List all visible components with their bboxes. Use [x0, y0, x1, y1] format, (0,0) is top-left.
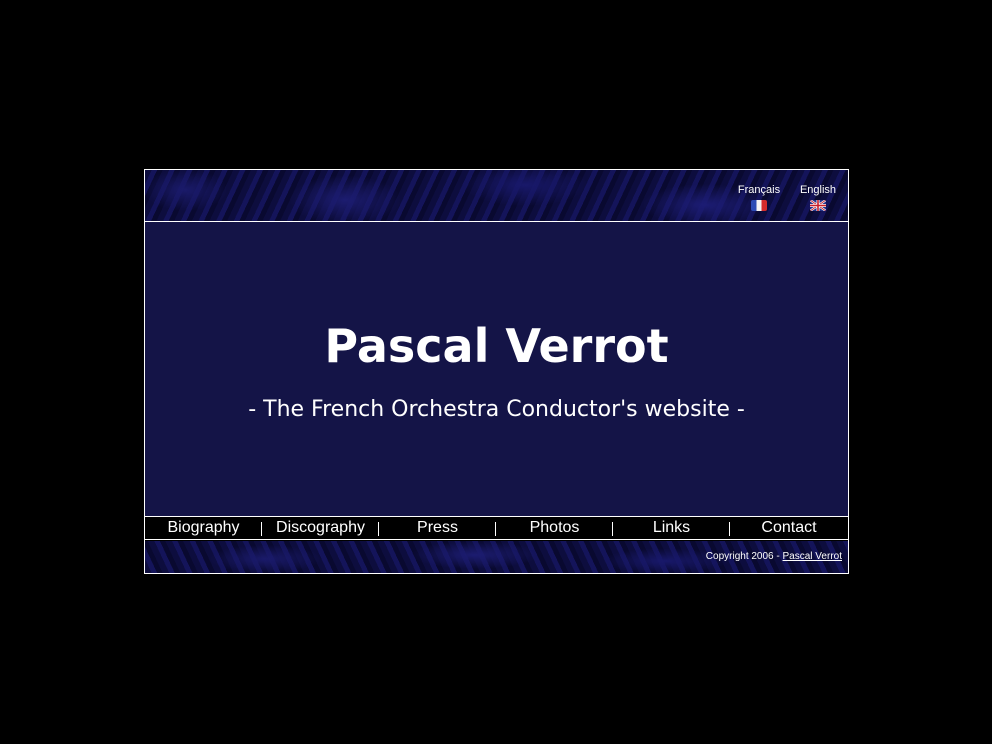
copyright-notice: Copyright 2006 - Pascal Verrot [706, 551, 842, 562]
language-english-label: English [799, 184, 837, 196]
language-francais-link[interactable]: Français [729, 184, 789, 211]
hero-panel: Pascal Verrot - The French Orchestra Con… [145, 222, 848, 517]
copyright-author-link[interactable]: Pascal Verrot [783, 551, 842, 562]
nav-links[interactable]: Links [613, 517, 730, 539]
nav-links-label: Links [652, 519, 691, 536]
nav-photos[interactable]: Photos [496, 517, 613, 539]
language-english-link[interactable]: English [788, 184, 848, 211]
nav-contact-label: Contact [761, 519, 817, 536]
main-nav: Biography Discography Press Photos Links… [145, 517, 848, 540]
language-francais-label: Français [737, 184, 781, 196]
site-frame: Français English Pascal Verrot - The Fre… [144, 169, 849, 574]
nav-discography[interactable]: Discography [262, 517, 379, 539]
header-band: Français English [145, 170, 848, 222]
site-title: Pascal Verrot [324, 319, 669, 373]
uk-flag-icon[interactable] [810, 200, 826, 211]
nav-photos-label: Photos [529, 519, 580, 536]
footer-band: Copyright 2006 - Pascal Verrot [145, 541, 848, 573]
copyright-text: Copyright 2006 - [705, 551, 783, 562]
nav-discography-label: Discography [276, 519, 365, 536]
nav-contact[interactable]: Contact [730, 517, 848, 539]
nav-press[interactable]: Press [379, 517, 496, 539]
nav-biography[interactable]: Biography [145, 517, 262, 539]
site-subtitle: - The French Orchestra Conductor's websi… [248, 397, 745, 422]
nav-press-label: Press [417, 519, 458, 536]
nav-biography-label: Biography [167, 519, 240, 536]
france-flag-icon[interactable] [751, 200, 767, 211]
